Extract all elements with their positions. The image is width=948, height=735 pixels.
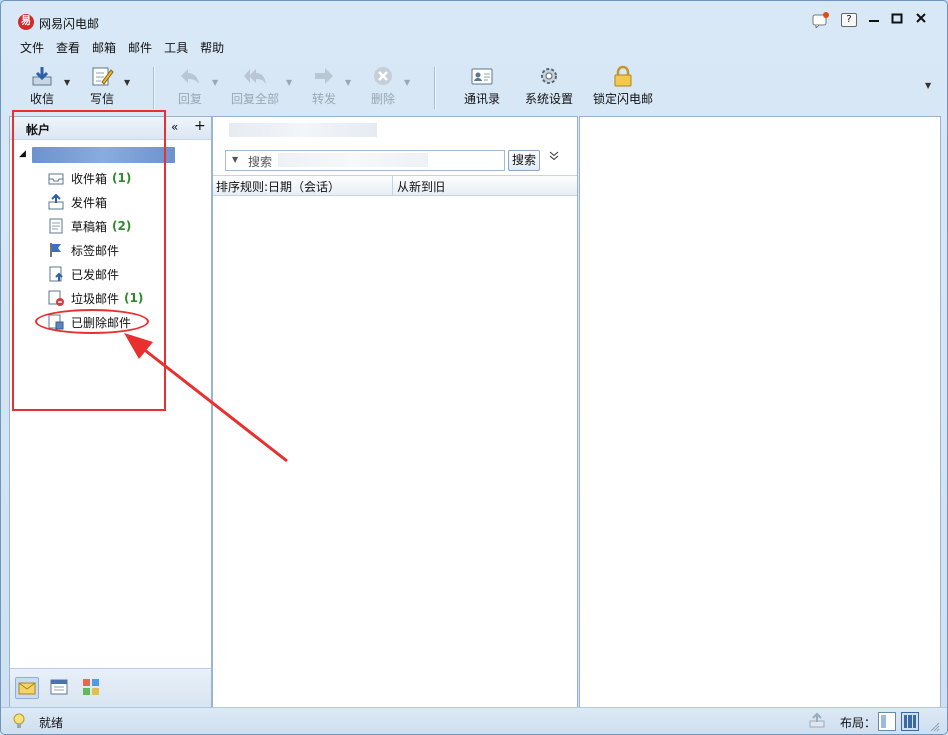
annotation-arrow	[124, 333, 288, 463]
